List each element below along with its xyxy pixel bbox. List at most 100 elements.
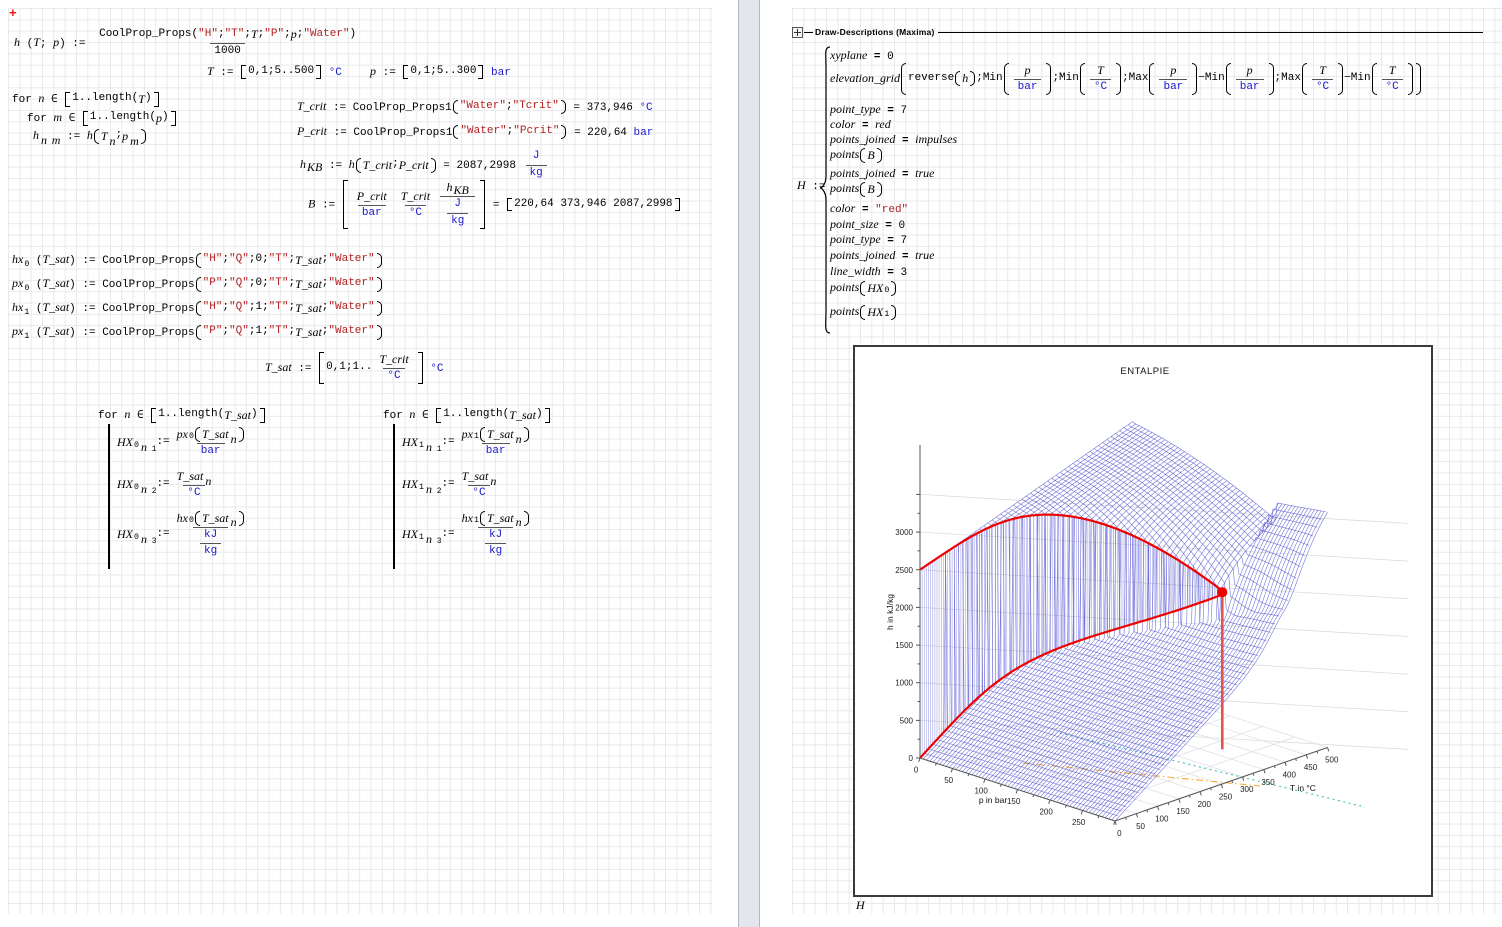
- fraction: kJkg: [485, 529, 506, 560]
- plot-variable-label: H: [856, 898, 865, 913]
- parentheses: T°C: [1080, 63, 1121, 95]
- math-token: T_sat: [224, 408, 251, 423]
- math-token: point_type: [830, 102, 881, 116]
- math-token: ) :=: [69, 327, 102, 339]
- loop-statement: HX1n 1 := px1T_satnbar: [402, 427, 537, 459]
- enthalpy-3d-plot[interactable]: 0500100015002000250030000501001502002500…: [853, 345, 1433, 897]
- math-token: "P": [264, 28, 284, 42]
- parentheses: T_crit; P_crit: [356, 158, 436, 173]
- math-token: HX: [402, 527, 418, 542]
- math-token: "Water": [328, 277, 374, 291]
- math-token: xyplane: [830, 48, 867, 62]
- math-token: "Q": [229, 277, 249, 291]
- opt-points-B-2[interactable]: pointsB: [830, 181, 883, 198]
- for-HX1-header[interactable]: for n ∈ 1..length (T_sat): [383, 407, 551, 424]
- def-h-KB[interactable]: hKB := hT_crit; P_crit = 2087,2998 Jkg: [300, 150, 550, 181]
- def-px1[interactable]: px1 (T_sat) := CoolProp_Props"P"; "Q"; 1…: [12, 324, 383, 341]
- math-token: 1: [884, 310, 889, 319]
- def-h-function[interactable]: h (T; p) := CoolProp_Props ("H"; "T"; T;…: [14, 27, 363, 59]
- def-hx0[interactable]: hx0 (T_sat) := CoolProp_Props"H"; "Q"; 0…: [12, 252, 383, 269]
- math-token: "T": [269, 325, 289, 339]
- subscript: n: [110, 134, 116, 149]
- math-token: T_crit: [401, 189, 430, 204]
- math-token: ;: [262, 325, 269, 339]
- def-T-range[interactable]: T := 0,1;5..500 °C: [207, 64, 342, 81]
- matrix-brackets: 220,64 373,946 2087,2998: [507, 198, 679, 212]
- math-token: Min: [1351, 72, 1371, 86]
- math-token: true: [915, 248, 934, 262]
- h-matrix-assign[interactable]: hn m := hTn; pm: [33, 128, 147, 145]
- math-token: ;: [222, 277, 229, 291]
- math-token: 2: [437, 487, 442, 496]
- math-token: =: [881, 105, 901, 117]
- opt-color-red-string[interactable]: color = "red": [830, 201, 908, 218]
- for-HX0-body[interactable]: HX0n 1 := px0T_satnbarHX0n 2 := T_satn°C…: [108, 424, 252, 569]
- insert-cursor[interactable]: +: [9, 6, 17, 23]
- math-token: "Water": [460, 125, 506, 139]
- section-title: Draw-Descriptions (Maxima): [814, 27, 938, 37]
- def-T-sat[interactable]: T_sat := 0,1;1..T_crit°C °C: [265, 352, 443, 384]
- def-hx1[interactable]: hx1 (T_sat) := CoolProp_Props"H"; "Q"; 1…: [12, 300, 383, 317]
- math-token: 1: [419, 441, 424, 450]
- math-token: kg: [204, 545, 217, 559]
- math-token: 3: [152, 537, 157, 546]
- math-token: 7: [900, 105, 907, 117]
- math-token: (: [192, 28, 199, 42]
- math-token: "Water": [328, 325, 374, 339]
- parentheses: HX0: [860, 281, 896, 296]
- parentheses: "H"; "Q"; 1; "T"; T_sat; "Water": [196, 301, 382, 316]
- opt-points-joined-true-2[interactable]: points_joined = true: [830, 248, 935, 265]
- math-token: T_crit: [379, 352, 408, 367]
- opt-elevation-grid[interactable]: elevation_gridreverseh; Minpbar; MinT°C;…: [830, 63, 1422, 95]
- math-token: ;: [249, 277, 256, 291]
- def-B-matrix[interactable]: B := P_critbar T_crit°C hKBJkg = 220,64 …: [308, 180, 681, 229]
- page-divider-strip: [738, 0, 760, 927]
- math-token: p: [1247, 63, 1253, 78]
- math-token: °C: [187, 487, 200, 501]
- math-token: "Q": [229, 325, 249, 339]
- math-token: HX: [402, 477, 418, 492]
- math-token: 1: [437, 445, 442, 454]
- parentheses: p bar: [1226, 63, 1274, 95]
- collapse-plus-icon[interactable]: [792, 27, 803, 38]
- subscript: n m: [41, 138, 60, 147]
- opt-points-B-1[interactable]: pointsB: [830, 147, 883, 164]
- matrix-brackets: 1..length (T): [65, 92, 158, 107]
- subscript: n 3: [426, 532, 442, 547]
- math-token: n: [205, 474, 211, 488]
- math-token: T_sat: [487, 427, 514, 442]
- draw-descriptions-section-header[interactable]: Draw-Descriptions (Maxima): [792, 26, 1483, 38]
- math-token: bar: [1240, 81, 1260, 95]
- def-P-crit[interactable]: P_crit := CoolProp_Props1"Water"; "Pcrit…: [297, 124, 653, 141]
- math-token: 0: [255, 277, 262, 291]
- for-HX0-header[interactable]: for n ∈ 1..length (T_sat): [98, 407, 266, 424]
- opt-points-HX1[interactable]: pointsHX1: [830, 304, 897, 321]
- svg-text:300: 300: [1240, 785, 1254, 794]
- math-token: T_sat: [177, 469, 204, 484]
- for-m-loop[interactable]: for m ∈ 1..length (p): [27, 110, 177, 127]
- def-p-range[interactable]: p := 0,1;5..300 bar: [370, 64, 511, 81]
- math-token: impulses: [915, 132, 957, 146]
- opt-line-width[interactable]: line_width = 3: [830, 264, 907, 281]
- for-HX1-body[interactable]: HX1n 1 := px1T_satnbarHX1n 2 := T_satn°C…: [393, 424, 537, 569]
- math-token: 1..: [90, 111, 110, 125]
- opt-points-HX0[interactable]: pointsHX0: [830, 280, 897, 297]
- def-px0[interactable]: px0 (T_sat) := CoolProp_Props"P"; "Q"; 0…: [12, 276, 383, 293]
- def-T-crit[interactable]: T_crit := CoolProp_Props1"Water"; "Tcrit…: [297, 99, 653, 116]
- subscript: 1: [419, 441, 424, 451]
- math-token: (: [29, 303, 42, 315]
- math-token: 0: [134, 441, 139, 450]
- opt-point-type-2[interactable]: point_type = 7: [830, 232, 907, 249]
- for-n-loop[interactable]: for n ∈ 1..length (T): [12, 91, 160, 108]
- math-token: bar: [1163, 81, 1183, 95]
- math-token: CoolProp_Props: [102, 303, 194, 315]
- math-token: "H": [198, 28, 218, 42]
- math-token: "H": [203, 253, 223, 267]
- svg-text:0: 0: [914, 765, 919, 774]
- svg-text:150: 150: [1176, 807, 1190, 816]
- math-token: 1: [255, 325, 262, 339]
- math-token: ;: [222, 301, 229, 315]
- math-token: 0: [255, 253, 262, 267]
- subscript: n: [231, 515, 237, 530]
- math-token: p: [1170, 63, 1176, 78]
